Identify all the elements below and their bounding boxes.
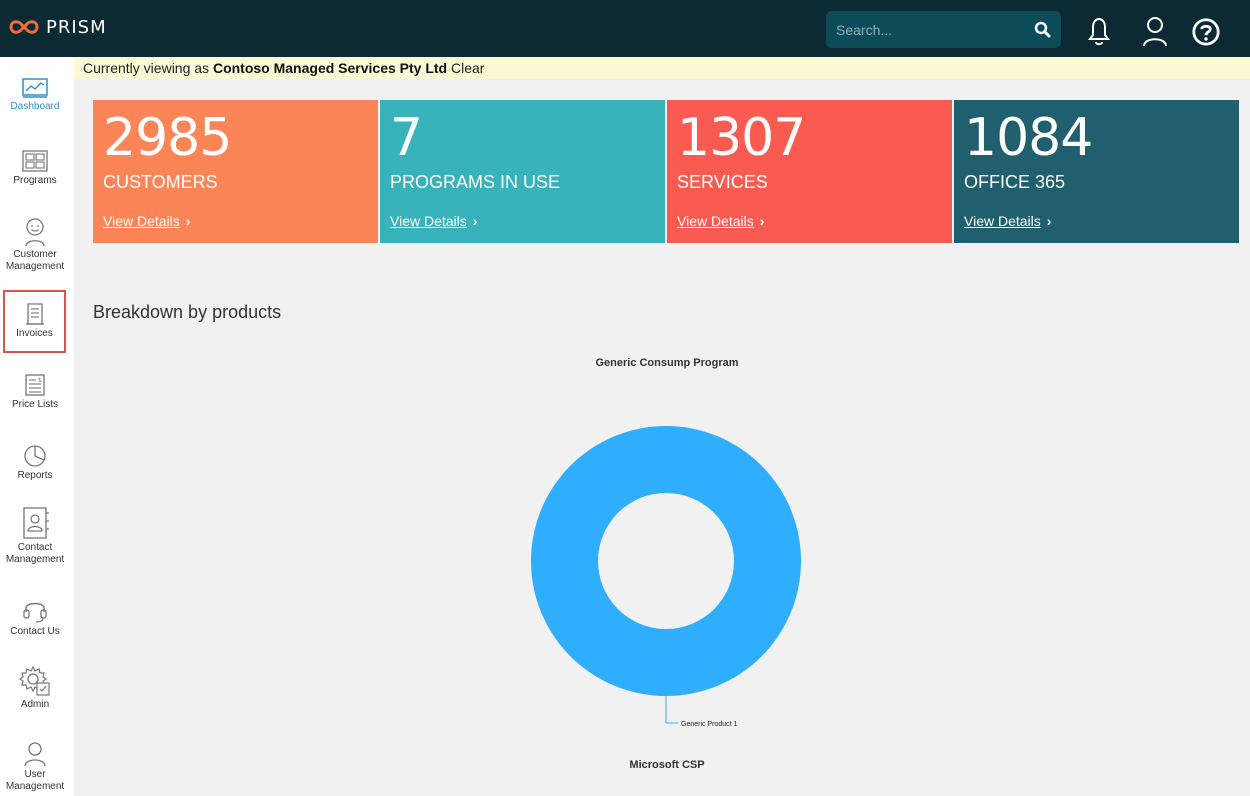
sidebar-item-label: Programs (13, 175, 57, 186)
clear-link[interactable]: Clear (451, 60, 484, 76)
sidebar-item-customer-management[interactable]: Customer Management (0, 217, 70, 283)
tile-customers: 2985 CUSTOMERS View Details › (93, 100, 378, 243)
chevron-right-icon: › (1046, 213, 1052, 229)
chevron-right-icon: › (472, 213, 478, 229)
top-bar: PRISM (0, 0, 1250, 57)
view-details-link[interactable]: View Details › (103, 213, 190, 229)
impersonation-banner: Currently viewing as Contoso Managed Ser… (74, 57, 1250, 79)
sidebar-item-dashboard[interactable]: Dashboard (0, 77, 70, 143)
sidebar-item-label: Invoices (16, 328, 53, 339)
notification-bell-icon[interactable] (1084, 15, 1114, 47)
tile-office-365: 1084 OFFICE 365 View Details › (954, 100, 1239, 243)
sidebar-item-price-lists[interactable]: $ Price Lists (0, 373, 70, 439)
tile-label: PROGRAMS IN USE (390, 172, 561, 192)
sidebar-item-programs[interactable]: Programs (0, 149, 70, 215)
chevron-right-icon: › (185, 213, 191, 229)
search-icon[interactable] (1034, 21, 1051, 38)
view-details-label: View Details (677, 213, 754, 229)
sidebar-item-label: Contact Management (5, 542, 65, 565)
help-icon[interactable] (1191, 15, 1221, 47)
sidebar-item-user-management[interactable]: User Management (0, 741, 70, 796)
user-profile-icon[interactable] (1140, 15, 1170, 47)
reports-pie-icon (24, 445, 46, 467)
banner-company: Contoso Managed Services Pty Ltd (212, 60, 448, 76)
sidebar-item-label: Contact Us (10, 626, 60, 637)
chart-title: Microsoft CSP (629, 759, 705, 771)
sidebar-item-label: Customer Management (5, 249, 65, 272)
chart-title: Generic Consump Program (595, 357, 739, 369)
tile-value: 2985 (103, 108, 232, 168)
view-details-link[interactable]: View Details › (964, 213, 1051, 229)
search-box (826, 11, 1061, 48)
view-details-link[interactable]: View Details › (677, 213, 764, 229)
view-details-label: View Details (103, 213, 180, 229)
view-details-label: View Details (964, 213, 1041, 229)
admin-gear-icon (19, 665, 50, 696)
tile-label: CUSTOMERS (103, 172, 218, 192)
search-input[interactable] (826, 11, 1026, 48)
user-icon (24, 742, 46, 767)
customer-face-icon (25, 218, 45, 247)
donut-chart (531, 426, 801, 724)
tile-label: OFFICE 365 (964, 172, 1066, 192)
prism-logo[interactable]: PRISM (8, 16, 107, 38)
invoice-document-icon (25, 303, 44, 325)
view-details-label: View Details (390, 213, 467, 229)
donut-slice[interactable] (531, 426, 801, 696)
sidebar-item-label: Dashboard (10, 101, 60, 112)
sidebar-item-invoices[interactable]: Invoices (3, 290, 66, 353)
sidebar: Dashboard Programs Customer Management I… (0, 57, 74, 796)
headset-icon (23, 602, 47, 623)
svg-text:$: $ (38, 377, 42, 384)
dashboard-chart-icon (22, 78, 48, 98)
sidebar-item-label: Admin (20, 699, 50, 710)
contact-book-icon (23, 507, 49, 539)
tile-value: 7 (390, 108, 423, 168)
tile-programs-in-use: 7 PROGRAMS IN USE View Details › (380, 100, 665, 243)
tile-services: 1307 SERVICES View Details › (667, 100, 952, 243)
chevron-right-icon: › (759, 213, 765, 229)
breakdown-title: Breakdown by products (93, 302, 282, 322)
prism-logo-icon (9, 20, 39, 34)
sidebar-item-label: User Management (5, 769, 65, 792)
sidebar-item-label: Reports (17, 470, 53, 481)
slice-label: Generic Product 1 (681, 721, 738, 728)
banner-prefix: Currently viewing as (83, 60, 210, 76)
view-details-link[interactable]: View Details › (390, 213, 477, 229)
sidebar-item-reports[interactable]: Reports (0, 444, 70, 510)
programs-grid-icon (22, 150, 48, 172)
tile-value: 1084 (964, 108, 1093, 168)
tile-label: SERVICES (677, 172, 768, 192)
price-list-icon: $ (25, 374, 45, 396)
sidebar-item-label: Price Lists (11, 399, 59, 410)
sidebar-item-contact-management[interactable]: Contact Management (0, 506, 70, 572)
sidebar-item-admin[interactable]: Admin (0, 665, 70, 731)
sidebar-item-contact-us[interactable]: Contact Us (0, 596, 70, 662)
app-name: PRISM (46, 16, 107, 38)
tile-value: 1307 (677, 108, 806, 168)
